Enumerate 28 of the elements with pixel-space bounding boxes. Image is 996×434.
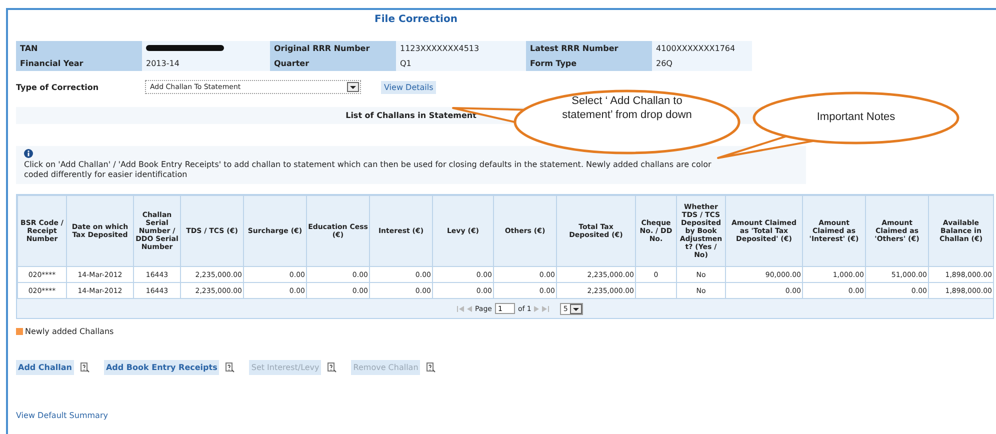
correction-label: Type of Correction: [16, 82, 100, 92]
callout-text: Important Notes: [816, 110, 896, 124]
info-value: Q1: [396, 56, 526, 71]
help-icon[interactable]: [225, 362, 236, 373]
info-label: Latest RRR Number: [526, 41, 652, 56]
caret-icon: [347, 82, 359, 92]
info-icon: [24, 149, 33, 158]
info-label: Original RRR Number: [270, 41, 396, 56]
action-button[interactable]: Add Book Entry Receipts: [104, 360, 220, 375]
info-value: 1123XXXXXXX4513: [396, 41, 526, 56]
help-icon[interactable]: [426, 362, 436, 373]
page-title: File Correction: [374, 14, 458, 25]
help-icon[interactable]: [327, 362, 338, 373]
info-value: 2013-14: [142, 56, 270, 71]
legend-label: Newly added Challans: [25, 327, 114, 336]
info-label: Form Type: [526, 56, 652, 71]
view-details-button[interactable]: View Details: [381, 80, 436, 94]
info-value: 26Q: [652, 56, 752, 71]
view-default-summary-link[interactable]: View Default Summary: [16, 411, 108, 420]
table-cell: [636, 282, 676, 298]
action-button[interactable]: Add Challan: [16, 360, 74, 375]
caret-icon: [570, 304, 582, 314]
info-label: Financial Year: [16, 56, 142, 71]
info-label: TAN: [16, 41, 142, 56]
info-label: Quarter: [270, 56, 396, 71]
info-value: 4100XXXXXXX1764: [652, 41, 752, 56]
help-icon[interactable]: [80, 362, 90, 373]
note-text: Click on 'Add Challan' / 'Add Book Entry Receipts' to add challan to statement which can then be used for closing defaults in the statement. Newly added challans are color coded differently for easier identification: [24, 160, 712, 180]
